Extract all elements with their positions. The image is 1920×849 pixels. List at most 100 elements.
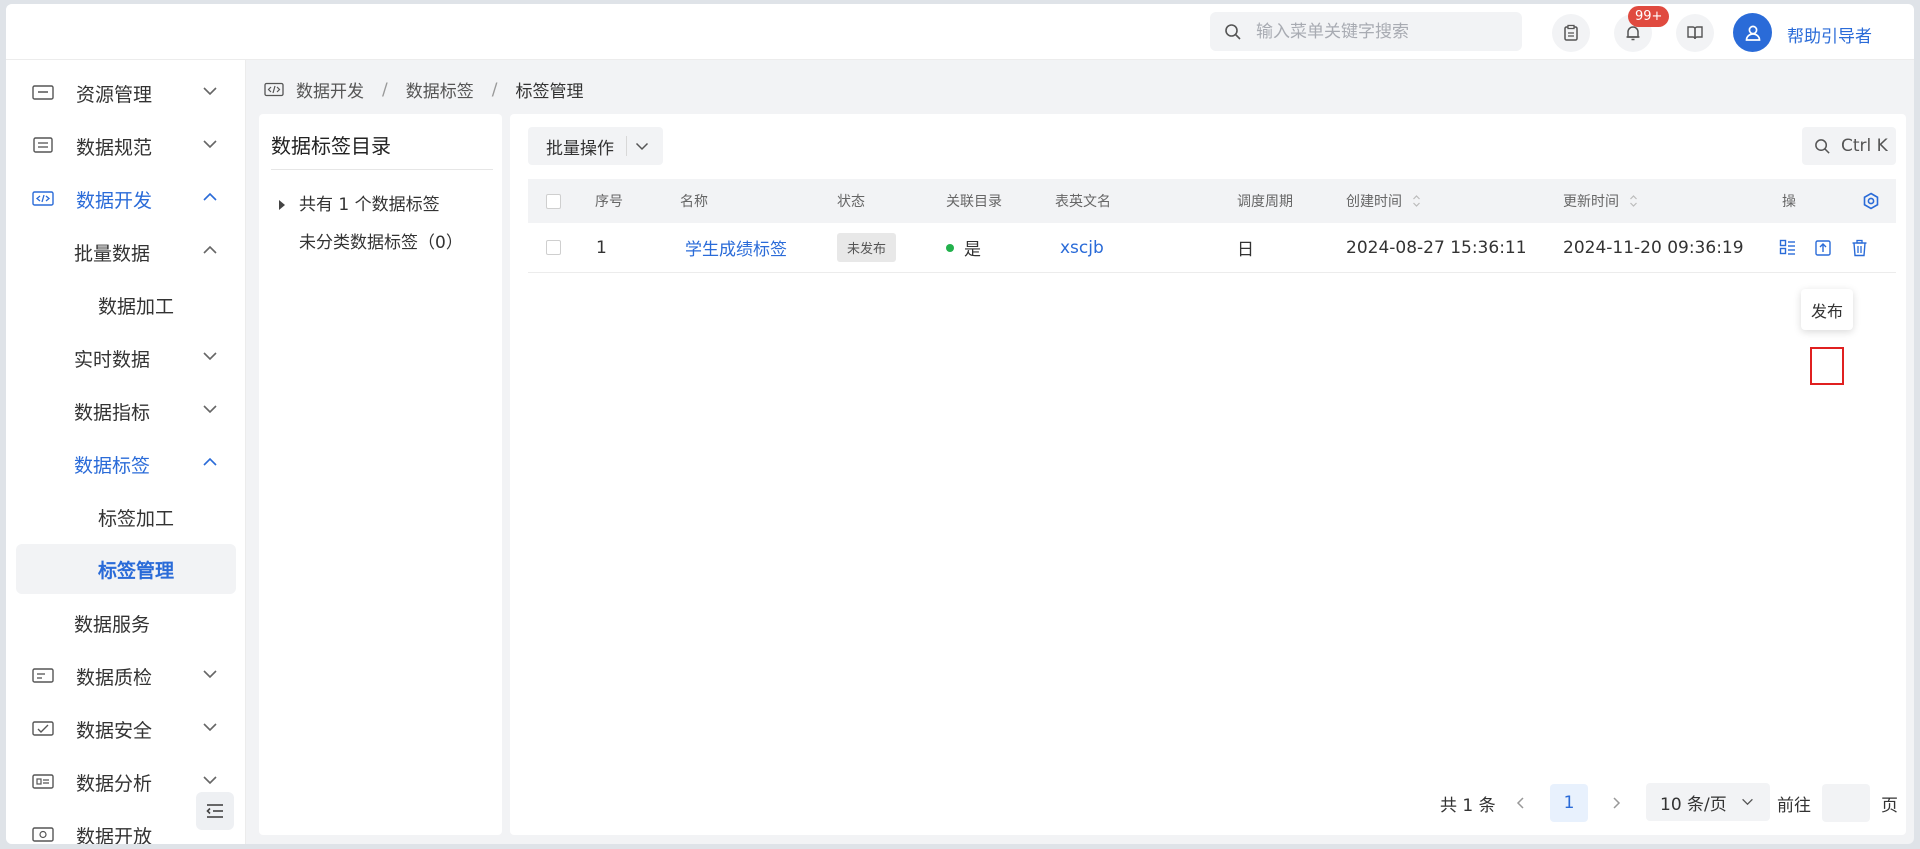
delete-button[interactable] bbox=[1846, 235, 1872, 261]
chevron-right-icon bbox=[1613, 797, 1621, 809]
breadcrumb-current: 标签管理 bbox=[515, 82, 584, 102]
chevron-down-icon bbox=[203, 352, 217, 361]
sidebar-item-data-dev[interactable]: 数据开发 bbox=[16, 176, 236, 222]
prev-page-button[interactable] bbox=[1516, 783, 1526, 823]
row-checkbox[interactable] bbox=[546, 223, 561, 272]
tree-node-label: 共有 1 个数据标签 bbox=[299, 195, 440, 215]
table-name-link[interactable]: xscjb bbox=[1060, 223, 1104, 272]
clipboard-button[interactable] bbox=[1552, 14, 1590, 52]
sort-icon bbox=[1413, 195, 1420, 207]
breadcrumb-separator: / bbox=[491, 79, 498, 100]
tag-name-link[interactable]: 学生成绩标签 bbox=[685, 223, 787, 272]
detail-button[interactable] bbox=[1774, 235, 1800, 261]
panel-title: 数据标签目录 bbox=[271, 134, 391, 158]
search-icon bbox=[1225, 23, 1241, 40]
sidebar: 资源管理 数据规范 数据开发 批量数据 数据加工 实时数据 数据指标 数据标签 … bbox=[6, 60, 246, 844]
chevron-down-icon bbox=[627, 136, 649, 156]
column-header: 表英文名 bbox=[1055, 194, 1111, 210]
sidebar-item-label: 批量数据 bbox=[74, 242, 151, 265]
avatar[interactable] bbox=[1733, 13, 1772, 52]
page-size-select[interactable]: 10 条/页 bbox=[1646, 783, 1770, 821]
security-icon bbox=[32, 721, 54, 736]
sidebar-item-data-metrics[interactable]: 数据指标 bbox=[16, 388, 236, 434]
chevron-down-icon bbox=[203, 670, 217, 679]
linked-cell: 是 bbox=[946, 223, 981, 272]
linked-value: 是 bbox=[964, 240, 981, 260]
notification-button[interactable]: 99+ bbox=[1614, 6, 1670, 52]
sidebar-item-standard[interactable]: 数据规范 bbox=[16, 123, 236, 169]
table-row: 1 学生成绩标签 未发布 是 xscjb 日 2024-08-27 15:36:… bbox=[528, 223, 1896, 273]
search-input[interactable] bbox=[1256, 21, 1506, 42]
shortcut-label: Ctrl K bbox=[1841, 136, 1888, 156]
sidebar-item-tag-processing[interactable]: 标签加工 bbox=[16, 494, 236, 540]
column-settings-button[interactable] bbox=[1862, 179, 1880, 223]
sidebar-item-tag-management[interactable]: 标签管理 bbox=[16, 544, 236, 594]
column-header-label: 创建时间 bbox=[1346, 194, 1402, 210]
sidebar-item-label: 数据标签 bbox=[74, 454, 151, 477]
row-actions bbox=[1774, 223, 1872, 272]
chevron-down-icon bbox=[203, 723, 217, 732]
column-header: 名称 bbox=[680, 194, 708, 210]
tag-directory-panel: 数据标签目录 共有 1 个数据标签 未分类数据标签（0） bbox=[259, 114, 502, 835]
quality-icon bbox=[32, 668, 54, 683]
chevron-left-icon bbox=[1516, 797, 1524, 809]
batch-operations-dropdown[interactable]: 批量操作 bbox=[528, 127, 663, 165]
next-page-button[interactable] bbox=[1611, 783, 1621, 823]
select-all-checkbox[interactable] bbox=[546, 179, 561, 223]
column-header: 序号 bbox=[595, 194, 623, 210]
column-header-created[interactable]: 创建时间 bbox=[1346, 179, 1421, 223]
tag-list-panel: 批量操作 Ctrl K 序号 名称 状态 关联目录 表英文名 调度周期 创建时间 bbox=[510, 114, 1906, 835]
publish-tooltip: 发布 bbox=[1801, 289, 1853, 330]
sidebar-item-data-security[interactable]: 数据安全 bbox=[16, 706, 236, 752]
chevron-down-icon bbox=[203, 140, 217, 149]
publish-button[interactable] bbox=[1810, 235, 1836, 261]
sidebar-item-label: 数据服务 bbox=[74, 613, 151, 636]
chevron-down-icon bbox=[203, 405, 217, 414]
chevron-up-icon bbox=[203, 457, 217, 466]
cycle-value: 日 bbox=[1237, 240, 1254, 260]
sidebar-item-data-quality[interactable]: 数据质检 bbox=[16, 653, 236, 699]
tree-root-node[interactable]: 共有 1 个数据标签 bbox=[277, 190, 440, 215]
page-number-button[interactable]: 1 bbox=[1550, 783, 1588, 823]
settings-icon bbox=[1863, 192, 1879, 210]
sidebar-item-realtime-data[interactable]: 实时数据 bbox=[16, 335, 236, 381]
notification-badge: 99+ bbox=[1628, 6, 1670, 27]
search-icon bbox=[1815, 138, 1830, 154]
sidebar-item-label: 数据开放 bbox=[76, 825, 153, 845]
goto-page-field[interactable] bbox=[1822, 783, 1870, 823]
publish-highlight-box bbox=[1810, 347, 1844, 385]
user-name[interactable]: 帮助引导者 bbox=[1787, 22, 1872, 47]
breadcrumb-item[interactable]: 数据标签 bbox=[406, 77, 474, 102]
table-header: 序号 名称 状态 关联目录 表英文名 调度周期 创建时间 更新时间 操 bbox=[528, 179, 1896, 223]
tree-node-label: 未分类数据标签（0） bbox=[299, 233, 463, 253]
quick-search-button[interactable]: Ctrl K bbox=[1802, 127, 1896, 165]
sidebar-item-label: 数据规范 bbox=[76, 136, 153, 159]
column-header: 调度周期 bbox=[1237, 194, 1293, 210]
total-count: 共 1 条 bbox=[1440, 795, 1496, 816]
page-suffix: 页 bbox=[1881, 795, 1898, 816]
global-search[interactable] bbox=[1210, 12, 1522, 51]
sidebar-item-batch-data[interactable]: 批量数据 bbox=[16, 229, 236, 275]
sidebar-item-data-processing[interactable]: 数据加工 bbox=[16, 282, 236, 328]
breadcrumb-item[interactable]: 数据开发 bbox=[296, 77, 364, 102]
sort-icon bbox=[1630, 195, 1637, 207]
sidebar-item-label: 标签管理 bbox=[98, 559, 175, 582]
column-header-updated[interactable]: 更新时间 bbox=[1563, 179, 1638, 223]
divider bbox=[271, 169, 493, 170]
resource-icon bbox=[32, 85, 54, 100]
tree-child-node[interactable]: 未分类数据标签（0） bbox=[299, 228, 463, 253]
status-cell: 未发布 bbox=[837, 223, 897, 272]
clipboard-icon bbox=[1564, 24, 1578, 41]
goto-page-input[interactable] bbox=[1822, 784, 1870, 822]
sidebar-item-resource[interactable]: 资源管理 bbox=[16, 70, 236, 116]
collapse-sidebar-button[interactable] bbox=[196, 792, 234, 830]
chevron-up-icon bbox=[203, 192, 217, 201]
page-size-value: 10 条/页 bbox=[1660, 794, 1727, 815]
detail-icon bbox=[1779, 239, 1795, 255]
sidebar-item-data-service[interactable]: 数据服务 bbox=[16, 600, 236, 646]
sidebar-item-data-tags[interactable]: 数据标签 bbox=[16, 441, 236, 487]
docs-button[interactable] bbox=[1676, 14, 1714, 52]
page-number: 1 bbox=[1550, 784, 1588, 822]
pagination: 共 1 条 1 10 条/页 前往 页 bbox=[510, 783, 1906, 823]
chevron-up-icon bbox=[203, 245, 217, 254]
